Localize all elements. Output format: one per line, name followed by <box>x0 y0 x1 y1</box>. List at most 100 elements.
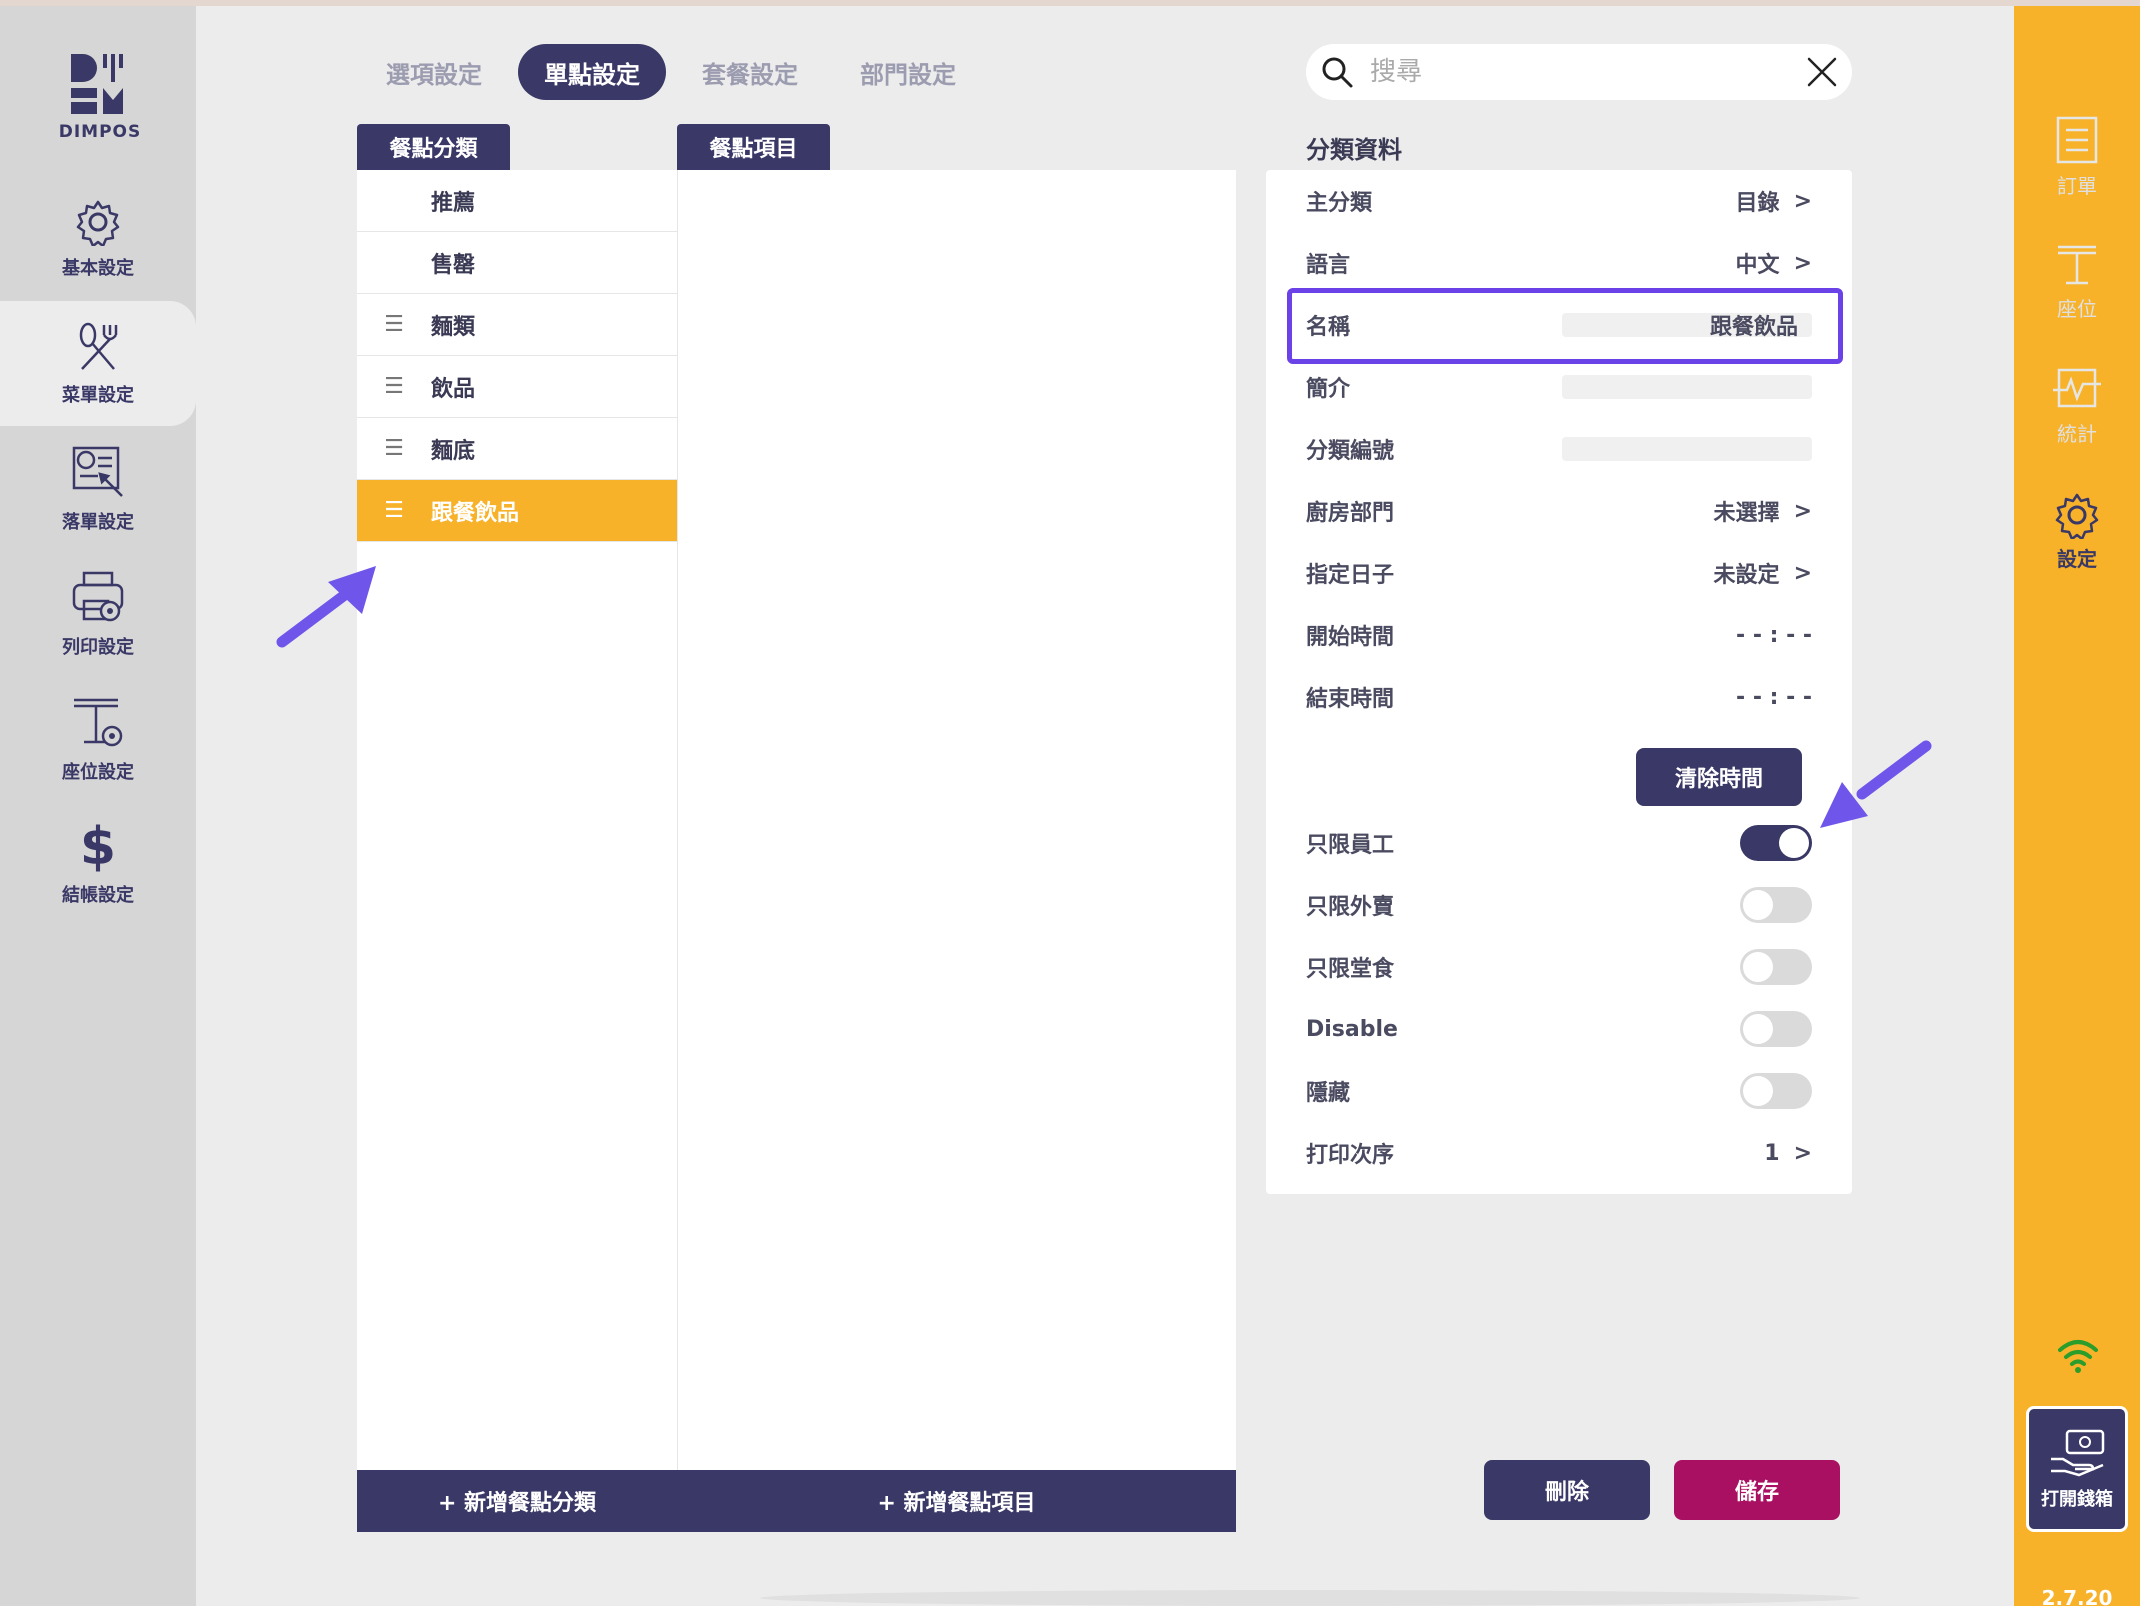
tab-single-item[interactable]: 單點設定 <box>518 44 666 100</box>
nav-menu-settings[interactable]: 菜單設定 <box>0 301 196 426</box>
add-category-button[interactable]: + 新增餐點分類 <box>357 1470 677 1532</box>
bottom-shadow <box>760 1590 1860 1606</box>
dollar-icon: $ <box>79 816 117 877</box>
category-code-field[interactable] <box>1562 437 1812 461</box>
nav-label: 落單設定 <box>62 511 134 533</box>
list-item[interactable]: ☰ 麵底 <box>357 418 677 480</box>
search-icon <box>1322 57 1353 88</box>
right-nav-settings[interactable]: 設定 <box>2014 471 2140 591</box>
add-item-button[interactable]: + 新增餐點項目 <box>677 1470 1236 1532</box>
gear-icon <box>2055 493 2099 539</box>
dinein-only-toggle[interactable] <box>1740 949 1812 985</box>
main-category-row[interactable]: 主分類 目錄 > <box>1306 170 1812 232</box>
save-button[interactable]: 儲存 <box>1674 1460 1840 1520</box>
print-order-value: 1 <box>1764 1140 1780 1166</box>
end-time-value: - - : - - <box>1736 684 1812 710</box>
list-item-selected[interactable]: ☰ 跟餐飲品 <box>357 480 677 542</box>
row-value: 中文 > <box>1736 247 1812 279</box>
right-nav-seats[interactable]: 座位 <box>2014 221 2140 341</box>
kitchen-row[interactable]: 廚房部門 未選擇 > <box>1306 480 1812 542</box>
day-row[interactable]: 指定日子 未設定 > <box>1306 542 1812 604</box>
list-item[interactable]: ☰ 麵類 <box>357 294 677 356</box>
disable-row: Disable <box>1306 998 1812 1060</box>
nav-label: 結帳設定 <box>62 884 134 906</box>
drag-handle-icon[interactable]: ☰ <box>357 498 431 523</box>
nav-order-settings[interactable]: 落單設定 <box>0 426 196 551</box>
search-input[interactable] <box>1370 57 1790 87</box>
list-item[interactable]: ☰ 飲品 <box>357 356 677 418</box>
dinein-only-row: 只限堂食 <box>1306 936 1812 998</box>
row-label: 只限外賣 <box>1306 895 1395 920</box>
row-label: 指定日子 <box>1306 563 1395 588</box>
chevron-right-icon: > <box>1793 1140 1812 1166</box>
row-label: 隱藏 <box>1306 1081 1351 1106</box>
right-nav-label: 設定 <box>2057 546 2097 571</box>
chevron-right-icon: > <box>1793 560 1812 586</box>
utensils-icon <box>79 322 118 370</box>
takeaway-only-toggle[interactable] <box>1740 887 1812 923</box>
clear-time-button[interactable]: 清除時間 <box>1636 748 1802 806</box>
nav-basic-settings[interactable]: 基本設定 <box>0 176 196 301</box>
staff-only-toggle[interactable] <box>1740 825 1812 861</box>
version-label: 2.7.20 <box>2041 1586 2113 1606</box>
nav-checkout-settings[interactable]: $ 結帳設定 <box>0 801 196 926</box>
row-label: 簡介 <box>1306 377 1351 402</box>
category-label: 跟餐飲品 <box>431 500 520 526</box>
row-value: 未設定 > <box>1714 557 1812 589</box>
language-row[interactable]: 語言 中文 > <box>1306 232 1812 294</box>
search-bar <box>1306 44 1852 100</box>
row-label: 分類編號 <box>1306 439 1395 464</box>
hidden-toggle[interactable] <box>1740 1073 1812 1109</box>
left-sidebar: DIMPOS 基本設定 菜單設定 落單設定 列印設定 座位設定 $ 結帳設定 <box>0 6 196 1606</box>
main-category-value: 目錄 <box>1735 191 1780 216</box>
right-nav-stats[interactable]: 統計 <box>2014 346 2140 466</box>
row-value: 1 > <box>1764 1141 1812 1166</box>
category-label: 推薦 <box>431 190 476 216</box>
disable-toggle[interactable] <box>1740 1011 1812 1047</box>
seat-icon <box>2058 245 2096 284</box>
row-label: 打印次序 <box>1306 1143 1395 1168</box>
nav-seat-settings[interactable]: 座位設定 <box>0 676 196 801</box>
gear-icon <box>76 200 120 246</box>
end-time-row[interactable]: 結束時間 - - : - - <box>1306 666 1812 728</box>
row-label: Disable <box>1306 1016 1398 1042</box>
receipt-icon <box>2056 116 2098 163</box>
start-time-row[interactable]: 開始時間 - - : - - <box>1306 604 1812 666</box>
printer-icon <box>72 571 124 621</box>
row-label: 廚房部門 <box>1306 501 1395 526</box>
detail-title: 分類資料 <box>1306 136 1402 164</box>
open-cashbox-button[interactable]: 打開錢箱 <box>2026 1406 2128 1532</box>
category-label: 飲品 <box>431 376 476 402</box>
drag-handle-icon[interactable]: ☰ <box>357 436 431 461</box>
language-value: 中文 <box>1735 253 1780 278</box>
tab-options[interactable]: 選項設定 <box>360 44 508 100</box>
nav-label: 座位設定 <box>62 761 134 783</box>
day-value: 未設定 <box>1713 563 1780 588</box>
item-column-title: 餐點項目 <box>677 124 830 170</box>
right-nav-orders[interactable]: 訂單 <box>2014 96 2140 216</box>
annotation-arrow-icon <box>1820 740 1932 828</box>
list-item[interactable]: 推薦 <box>357 170 677 232</box>
print-order-row[interactable]: 打印次序 1 > <box>1306 1122 1812 1184</box>
category-label: 麵類 <box>431 314 476 340</box>
category-column-title: 餐點分類 <box>357 124 510 170</box>
intro-field[interactable] <box>1562 375 1812 399</box>
row-label: 只限堂食 <box>1306 957 1395 982</box>
category-label: 售罄 <box>431 252 476 278</box>
drag-handle-icon[interactable]: ☰ <box>357 374 431 399</box>
right-sidebar: 訂單 座位 統計 設定 打開錢箱 2.7.20 <box>2014 6 2140 1606</box>
category-label: 麵底 <box>431 438 476 464</box>
close-icon[interactable] <box>1806 56 1838 88</box>
drag-handle-icon[interactable]: ☰ <box>357 312 431 337</box>
tab-set-meal[interactable]: 套餐設定 <box>676 44 824 100</box>
list-item[interactable]: 售罄 <box>357 232 677 294</box>
nav-label: 菜單設定 <box>62 384 134 406</box>
row-value: 未選擇 > <box>1714 495 1812 527</box>
tab-department[interactable]: 部門設定 <box>834 44 982 100</box>
stats-icon <box>2053 368 2101 407</box>
delete-button[interactable]: 刪除 <box>1484 1460 1650 1520</box>
chevron-right-icon: > <box>1793 498 1812 524</box>
toggle-knob <box>1779 828 1809 858</box>
nav-print-settings[interactable]: 列印設定 <box>0 551 196 676</box>
toggle-knob <box>1743 890 1773 920</box>
